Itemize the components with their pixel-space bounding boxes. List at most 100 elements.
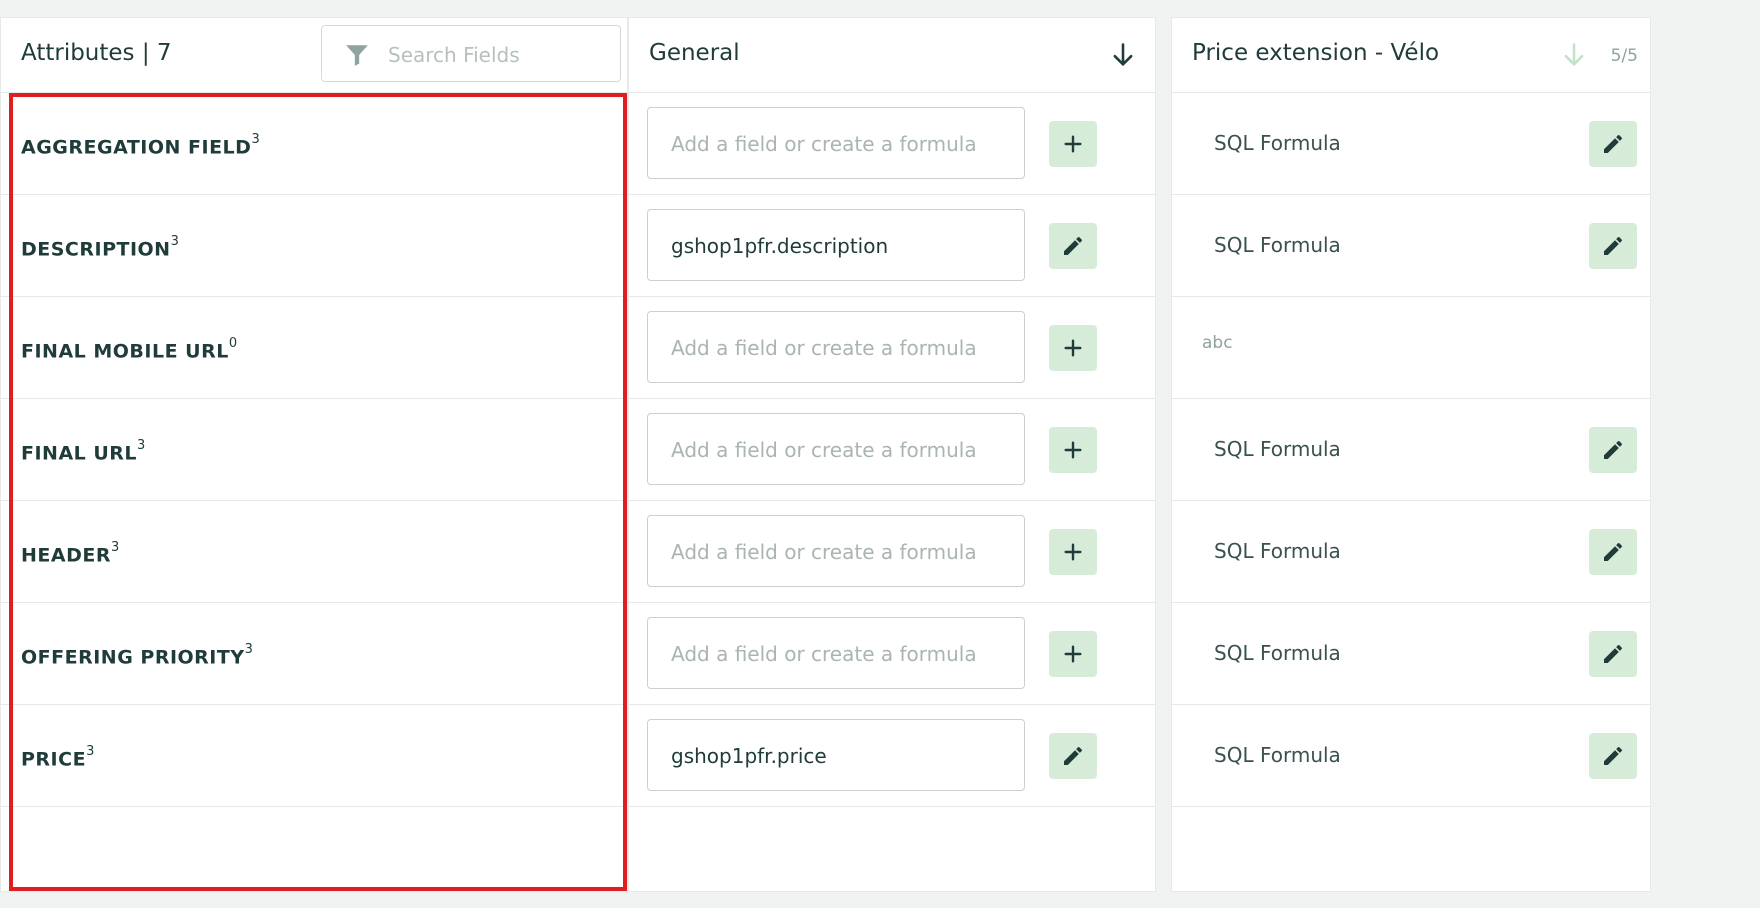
attributes-header: Attributes | 7 Search Fields xyxy=(1,18,627,93)
sql-formula-label: SQL Formula xyxy=(1214,437,1341,461)
formula-value: gshop1pfr.description xyxy=(671,234,889,258)
plus-icon xyxy=(1062,133,1084,155)
general-mapping-row: Add a field or create a formula xyxy=(629,501,1155,603)
formula-input[interactable]: Add a field or create a formula xyxy=(647,515,1025,587)
general-header: General xyxy=(629,18,1155,93)
attribute-label: FINAL MOBILE URL0 xyxy=(21,336,238,363)
general-mapping-row: Add a field or create a formula xyxy=(629,93,1155,195)
attribute-label: HEADER3 xyxy=(21,540,120,567)
general-mapping-row: gshop1pfr.description xyxy=(629,195,1155,297)
price-extension-header: Price extension - Vélo 5/5 xyxy=(1172,18,1650,93)
attribute-row[interactable]: DESCRIPTION3 xyxy=(1,195,627,297)
attribute-label: PRICE3 xyxy=(21,744,95,771)
attribute-name: DESCRIPTION xyxy=(21,238,171,261)
price-extension-row: SQL Formula xyxy=(1172,501,1650,603)
formula-input[interactable]: Add a field or create a formula xyxy=(647,311,1025,383)
attribute-usage-count: 3 xyxy=(137,438,146,453)
price-extension-title: Price extension - Vélo xyxy=(1192,40,1440,66)
search-placeholder: Search Fields xyxy=(388,43,520,67)
sql-formula-label: SQL Formula xyxy=(1214,131,1341,155)
plus-icon xyxy=(1062,439,1084,461)
price-extension-row: SQL Formula xyxy=(1172,195,1650,297)
general-mapping-row: Add a field or create a formula xyxy=(629,297,1155,399)
attribute-usage-count: 3 xyxy=(170,234,180,249)
attribute-usage-count: 0 xyxy=(228,336,238,351)
pencil-icon xyxy=(1601,540,1625,564)
formula-input[interactable]: Add a field or create a formula xyxy=(647,617,1025,689)
attribute-name: FINAL MOBILE URL xyxy=(21,340,229,363)
general-mapping-row: Add a field or create a formula xyxy=(629,603,1155,705)
general-mapping-row: gshop1pfr.price xyxy=(629,705,1155,807)
attribute-row[interactable]: PRICE3 xyxy=(1,705,627,807)
attribute-row[interactable]: OFFERING PRIORITY3 xyxy=(1,603,627,705)
price-extension-row: SQL Formula xyxy=(1172,399,1650,501)
attribute-usage-count: 3 xyxy=(110,540,120,555)
edit-formula-button[interactable] xyxy=(1589,223,1637,269)
pencil-icon xyxy=(1601,438,1625,462)
formula-placeholder: Add a field or create a formula xyxy=(671,438,977,462)
price-extension-row: SQL Formula xyxy=(1172,603,1650,705)
plus-icon xyxy=(1062,643,1084,665)
edit-formula-button[interactable] xyxy=(1589,427,1637,473)
mapping-count: 5/5 xyxy=(1610,46,1638,66)
attribute-row[interactable]: FINAL MOBILE URL0 xyxy=(1,297,627,399)
pencil-icon xyxy=(1061,744,1085,768)
edit-formula-button[interactable] xyxy=(1589,121,1637,167)
formula-input[interactable]: gshop1pfr.description xyxy=(647,209,1025,281)
attribute-usage-count: 3 xyxy=(86,744,95,759)
field-type-label: abc xyxy=(1202,333,1233,353)
attribute-label: AGGREGATION FIELD3 xyxy=(21,132,260,158)
add-mapping-button[interactable] xyxy=(1049,631,1097,677)
pencil-icon xyxy=(1601,132,1625,156)
arrow-down-icon[interactable] xyxy=(1560,41,1588,69)
attribute-usage-count: 3 xyxy=(244,642,254,657)
sql-formula-label: SQL Formula xyxy=(1214,641,1341,665)
formula-input[interactable]: Add a field or create a formula xyxy=(647,413,1025,485)
sql-formula-label: SQL Formula xyxy=(1214,539,1341,563)
formula-placeholder: Add a field or create a formula xyxy=(671,642,977,666)
attribute-label: FINAL URL3 xyxy=(21,438,146,465)
formula-input[interactable]: Add a field or create a formula xyxy=(647,107,1025,179)
general-mapping-row: Add a field or create a formula xyxy=(629,399,1155,501)
attribute-name: HEADER xyxy=(21,544,111,567)
edit-mapping-button[interactable] xyxy=(1049,733,1097,779)
formula-placeholder: Add a field or create a formula xyxy=(671,540,977,564)
general-title: General xyxy=(649,40,740,66)
attribute-label: DESCRIPTION3 xyxy=(21,234,180,261)
plus-icon xyxy=(1062,337,1084,359)
sql-formula-label: SQL Formula xyxy=(1214,743,1341,767)
attribute-row[interactable]: FINAL URL3 xyxy=(1,399,627,501)
add-mapping-button[interactable] xyxy=(1049,427,1097,473)
edit-formula-button[interactable] xyxy=(1589,631,1637,677)
pencil-icon xyxy=(1061,234,1085,258)
general-panel: General Add a field or create a formula g… xyxy=(628,17,1156,892)
formula-placeholder: Add a field or create a formula xyxy=(671,336,977,360)
add-mapping-button[interactable] xyxy=(1049,529,1097,575)
formula-value: gshop1pfr.price xyxy=(671,744,827,768)
search-fields-input[interactable]: Search Fields xyxy=(321,25,621,82)
price-extension-row: abc xyxy=(1172,297,1650,399)
attribute-name: OFFERING PRIORITY xyxy=(21,646,245,669)
sql-formula-label: SQL Formula xyxy=(1214,233,1341,257)
attributes-title: Attributes | 7 xyxy=(21,40,172,66)
price-extension-row: SQL Formula xyxy=(1172,705,1650,807)
edit-formula-button[interactable] xyxy=(1589,529,1637,575)
filter-icon xyxy=(346,45,368,66)
edit-mapping-button[interactable] xyxy=(1049,223,1097,269)
attribute-row[interactable]: AGGREGATION FIELD3 xyxy=(1,93,627,195)
formula-input[interactable]: gshop1pfr.price xyxy=(647,719,1025,791)
attribute-name: PRICE xyxy=(21,748,87,771)
pencil-icon xyxy=(1601,744,1625,768)
pencil-icon xyxy=(1601,234,1625,258)
edit-formula-button[interactable] xyxy=(1589,733,1637,779)
add-mapping-button[interactable] xyxy=(1049,121,1097,167)
add-mapping-button[interactable] xyxy=(1049,325,1097,371)
plus-icon xyxy=(1062,541,1084,563)
price-extension-panel: Price extension - Vélo 5/5 SQL Formula SQ… xyxy=(1171,17,1651,892)
attribute-row[interactable]: HEADER3 xyxy=(1,501,627,603)
attribute-label: OFFERING PRIORITY3 xyxy=(21,642,254,669)
arrow-down-icon[interactable] xyxy=(1109,41,1137,69)
attribute-name: FINAL URL xyxy=(21,442,138,465)
price-extension-row: SQL Formula xyxy=(1172,93,1650,195)
pencil-icon xyxy=(1601,642,1625,666)
